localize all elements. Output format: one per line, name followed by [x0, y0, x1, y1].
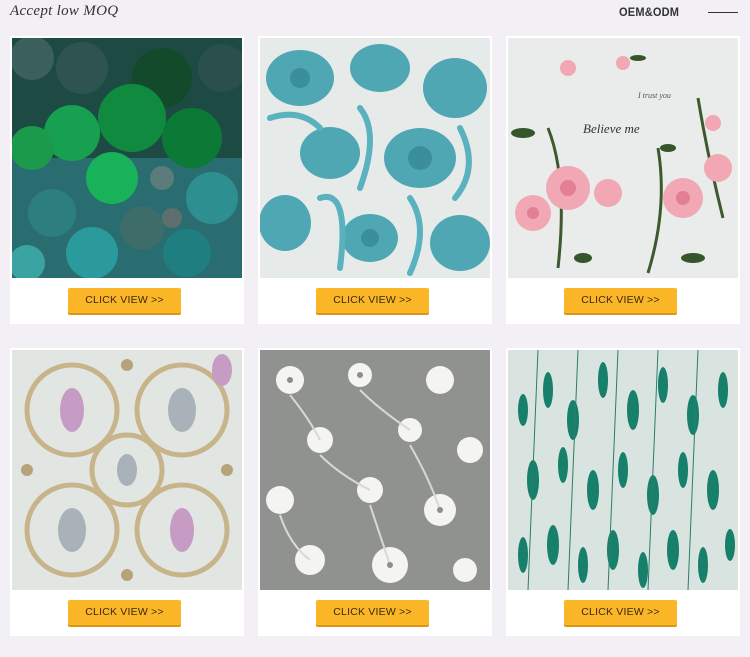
click-view-button[interactable]: CLICK VIEW >>	[564, 600, 677, 625]
click-view-button[interactable]: CLICK VIEW >>	[68, 288, 181, 313]
svg-text:I trust you: I trust you	[637, 91, 671, 100]
click-view-button[interactable]: CLICK VIEW >>	[316, 288, 429, 313]
click-view-button[interactable]: CLICK VIEW >>	[316, 600, 429, 625]
green-sequin-lace-photo[interactable]	[12, 38, 242, 278]
oem-odm-label: OEM&ODM	[619, 5, 680, 19]
page-header: Accept low MOQ OEM&ODM	[0, 0, 750, 26]
click-view-button[interactable]: CLICK VIEW >>	[564, 288, 677, 313]
product-card[interactable]: CLICK VIEW >>	[258, 348, 492, 636]
tagline: Accept low MOQ	[10, 3, 119, 19]
product-card[interactable]: Believe me I trust you CLICK VIEW >>	[506, 36, 740, 324]
pink-3d-flower-believe-me-photo[interactable]: Believe me I trust you	[508, 38, 738, 278]
white-3d-flower-grey-lace-photo[interactable]	[260, 350, 490, 590]
product-card[interactable]: CLICK VIEW >>	[506, 348, 740, 636]
svg-text:Believe me: Believe me	[583, 121, 640, 136]
green-feather-lace-photo[interactable]	[508, 350, 738, 590]
click-view-button[interactable]: CLICK VIEW >>	[68, 600, 181, 625]
product-card[interactable]: CLICK VIEW >>	[258, 36, 492, 324]
product-card[interactable]: CLICK VIEW >>	[10, 36, 244, 324]
product-card[interactable]: CLICK VIEW >>	[10, 348, 244, 636]
beaded-pink-silver-lace-photo[interactable]	[12, 350, 242, 590]
blue-floral-lace-photo[interactable]	[260, 38, 490, 278]
hamburger-line-icon[interactable]	[708, 12, 738, 13]
